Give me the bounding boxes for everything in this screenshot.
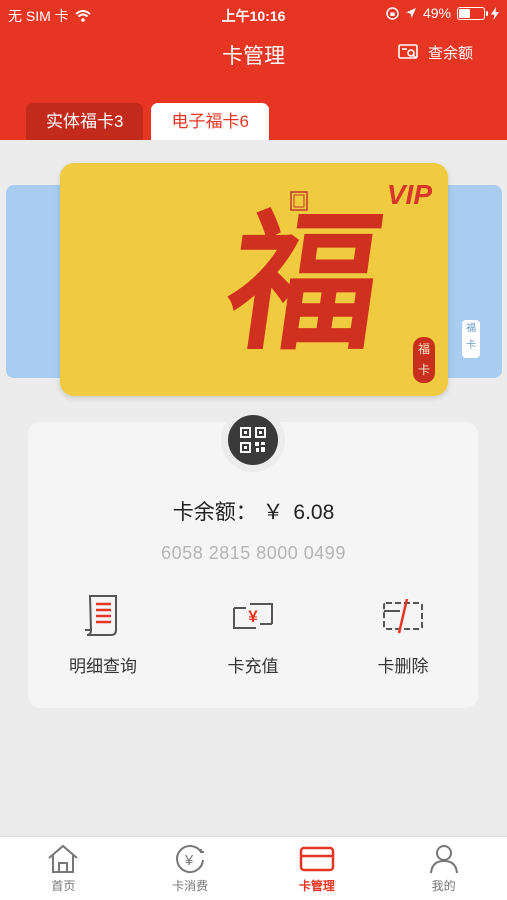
bottom-nav: 首页 ¥ 卡消费 卡管理 我的 xyxy=(0,836,507,900)
charging-bolt-icon xyxy=(491,6,499,20)
card-recharge-label: 卡充值 xyxy=(227,657,279,676)
nav-item-profile[interactable]: 我的 xyxy=(380,837,507,900)
card-delete-label: 卡删除 xyxy=(377,657,429,676)
balance-label: 卡余额： xyxy=(172,501,257,524)
svg-text:¥: ¥ xyxy=(248,607,258,626)
balance-value: 6.08 xyxy=(293,501,335,524)
receipt-icon xyxy=(85,595,117,636)
fu-card[interactable]: VIP 福 福卡 xyxy=(60,163,448,396)
qr-code-icon xyxy=(240,427,266,453)
qr-code-button-ring xyxy=(221,408,285,472)
currency-symbol: ￥ xyxy=(262,501,284,524)
status-bar: 无 SIM 卡 上午10:16 49% xyxy=(0,0,507,28)
check-balance-label: 查余额 xyxy=(427,45,473,62)
svg-text:¥: ¥ xyxy=(184,852,194,869)
lock-rotation-icon xyxy=(386,6,399,20)
check-balance-button[interactable]: 查余额 xyxy=(398,42,473,63)
nav-item-card-spending[interactable]: ¥ 卡消费 xyxy=(127,837,254,900)
nav-label-card-management: 卡管理 xyxy=(298,879,335,893)
card-icon xyxy=(299,846,335,872)
transaction-details-label: 明细查询 xyxy=(69,657,137,676)
nav-item-card-management[interactable]: 卡管理 xyxy=(254,837,381,900)
tab-electronic-cards[interactable]: 电子福卡6 xyxy=(151,103,269,140)
fu-character: 福 xyxy=(217,195,393,371)
transaction-details-button[interactable]: 明细查询 xyxy=(43,590,163,677)
battery-icon xyxy=(457,6,488,20)
fu-card-seal: 福卡 xyxy=(413,337,435,383)
battery-percent: 49% xyxy=(422,5,451,21)
card-delete-icon xyxy=(383,598,423,634)
location-arrow-icon xyxy=(405,8,416,18)
nav-label-profile: 我的 xyxy=(431,879,456,893)
person-icon xyxy=(429,845,458,874)
qr-code-button[interactable] xyxy=(228,415,278,465)
nav-item-home[interactable]: 首页 xyxy=(0,837,127,900)
next-card-seal: 福卡 xyxy=(462,320,480,358)
nav-label-card-spending: 卡消费 xyxy=(172,879,209,893)
card-recharge-button[interactable]: ¥ 卡充值 xyxy=(193,590,313,677)
card-balance: 卡余额： ￥ 6.08 xyxy=(0,496,507,526)
card-number: 6058 2815 8000 0499 xyxy=(161,543,346,563)
card-recharge-icon: ¥ xyxy=(233,603,273,629)
home-icon xyxy=(48,844,79,873)
card-type-tabs: 实体福卡3 电子福卡6 xyxy=(26,103,269,140)
card-delete-button[interactable]: 卡删除 xyxy=(343,590,463,677)
vip-badge: VIP xyxy=(386,179,432,210)
tab-physical-cards[interactable]: 实体福卡3 xyxy=(26,103,144,140)
search-card-icon xyxy=(398,44,418,59)
header: 无 SIM 卡 上午10:16 49% 卡管理 查余额 实体福卡3 电子福卡6 xyxy=(0,0,507,140)
nav-label-home: 首页 xyxy=(51,879,76,893)
yen-clock-icon: ¥ xyxy=(176,845,205,873)
